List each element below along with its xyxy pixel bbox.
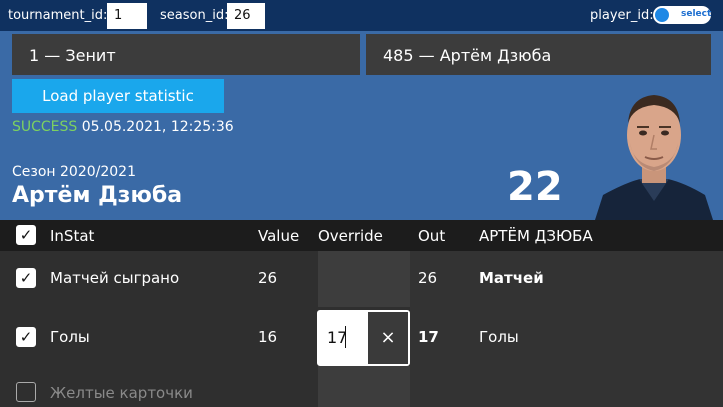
season-id-label: season_id: (160, 8, 229, 23)
toggle-text: select (681, 9, 712, 19)
stat-out: 26 (418, 269, 438, 287)
top-bar: tournament_id: 1 season_id: 26 player_id… (0, 0, 723, 31)
stat-label: Матчей (479, 269, 544, 287)
player-id-toggle[interactable]: select (653, 6, 711, 24)
season-id-input[interactable]: 26 (227, 3, 265, 29)
row-checkbox[interactable]: ✓ (16, 268, 36, 288)
col-player-name: АРТЁМ ДЗЮБА (479, 227, 593, 245)
status-success: SUCCESS (12, 119, 78, 135)
stat-name: Голы (50, 328, 90, 346)
season-label: Сезон 2020/2021 (12, 164, 136, 180)
row-checkbox[interactable] (16, 382, 36, 402)
tournament-id-input[interactable]: 1 (107, 3, 147, 29)
stat-name: Матчей сыграно (50, 269, 180, 287)
tournament-id-label: tournament_id: (8, 8, 108, 23)
stat-value: 26 (258, 269, 278, 287)
load-player-statistic-button[interactable]: Load player statistic (12, 79, 224, 113)
toggle-knob-icon (655, 8, 669, 22)
stat-label: Голы (479, 328, 519, 346)
select-all-checkbox[interactable]: ✓ (16, 225, 36, 245)
stat-value: 16 (258, 328, 278, 346)
team-select[interactable]: 1 — Зенит (12, 34, 360, 75)
row-checkbox[interactable]: ✓ (16, 327, 36, 347)
player-header-panel: 1 — Зенит 485 — Артём Дзюба Load player … (0, 31, 723, 220)
override-input[interactable]: 17 × (317, 310, 410, 366)
player-id-label: player_id: (590, 8, 654, 23)
col-instat: InStat (50, 227, 95, 245)
out-cell-bg (410, 307, 723, 366)
col-override: Override (318, 227, 383, 245)
status-timestamp: 05.05.2021, 12:25:36 (81, 119, 234, 135)
table-row: ✓ Матчей сыграно 26 26 Матчей (0, 251, 723, 307)
player-photo (595, 95, 713, 220)
col-out: Out (418, 227, 446, 245)
stat-name: Желтые карточки (50, 384, 193, 402)
clear-icon[interactable]: × (368, 312, 408, 364)
status-line: SUCCESS 05.05.2021, 12:25:36 (12, 119, 234, 135)
player-name: Артём Дзюба (12, 183, 183, 208)
text-caret (345, 326, 346, 348)
col-value: Value (258, 227, 300, 245)
player-select[interactable]: 485 — Артём Дзюба (366, 34, 711, 75)
player-number: 22 (507, 164, 563, 210)
table-row: Желтые карточки (0, 366, 723, 407)
stats-table-header: ✓ InStat Value Override Out АРТЁМ ДЗЮБА (0, 220, 723, 251)
stat-out: 17 (418, 328, 439, 346)
